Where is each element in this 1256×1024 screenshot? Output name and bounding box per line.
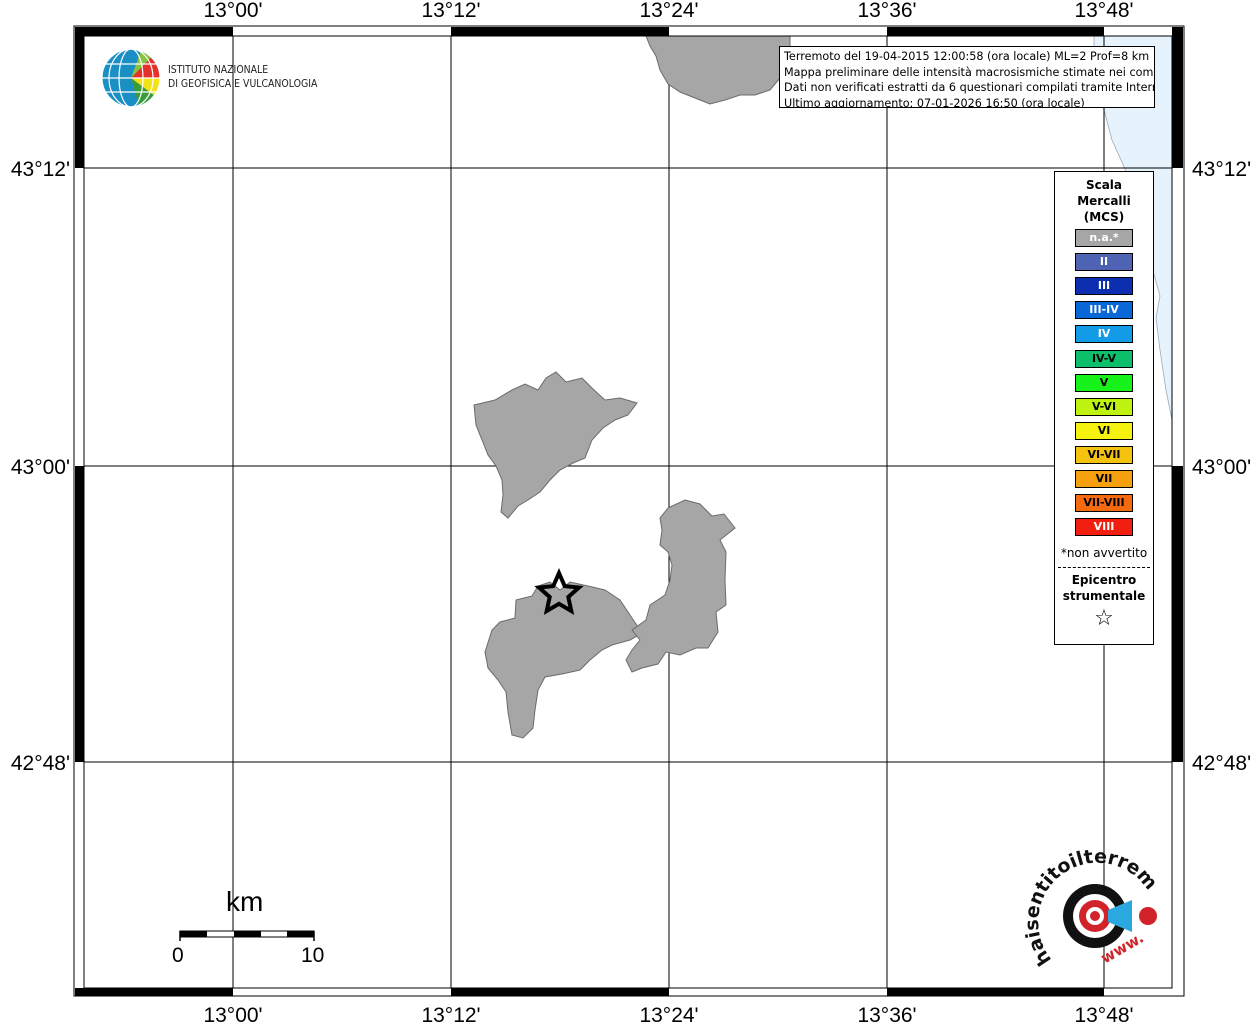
ingv-logo-text: ISTITUTO NAZIONALE DI GEOFISICA E VULCAN… — [168, 63, 317, 90]
lon-tick-top: 13°36' — [857, 0, 916, 22]
ingv-line1: ISTITUTO NAZIONALE — [168, 63, 269, 76]
lat-tick-right: 43°00' — [1192, 456, 1251, 479]
scale-bar — [179, 930, 315, 941]
lon-tick-bottom: 13°48' — [1074, 1004, 1133, 1024]
legend-swatch: V-VI — [1075, 397, 1133, 416]
legend-title-line2: Mercalli — [1077, 194, 1131, 208]
lat-tick-left: 43°00' — [11, 456, 70, 479]
lon-tick-top: 13°12' — [421, 0, 480, 22]
info-line2: Mappa preliminare delle intensità macros… — [784, 65, 1155, 79]
lon-tick-bottom: 13°24' — [639, 1004, 698, 1024]
grid — [84, 36, 1172, 988]
legend-title-line3: (MCS) — [1083, 210, 1125, 224]
legend-swatch: VII-VIII — [1075, 494, 1133, 513]
scale-max: 10 — [301, 944, 325, 967]
info-line3: Dati non verificati estratti da 6 questi… — [784, 81, 1155, 95]
legend-swatch: VI-VII — [1075, 445, 1133, 464]
legend-swatch: IV — [1075, 325, 1133, 344]
lon-tick-bottom: 13°12' — [421, 1004, 480, 1024]
legend-swatch: IV-V — [1075, 349, 1133, 368]
municipality-north[interactable] — [473, 371, 638, 519]
map-frame — [73, 25, 1185, 997]
legend-epicenter-line2: strumentale — [1062, 589, 1146, 603]
lat-tick-right: 42°48' — [1192, 752, 1251, 775]
legend-swatch: VI — [1075, 421, 1133, 440]
legend-divider — [1058, 567, 1150, 568]
legend-swatch: VII — [1075, 470, 1133, 488]
legend-epicenter: Epicentro strumentale ☆ — [1055, 572, 1153, 634]
scale-min: 0 — [172, 944, 184, 967]
ingv-line2: DI GEOFISICA E VULCANOLOGIA — [168, 76, 318, 90]
scale-unit: km — [226, 886, 264, 917]
lon-tick-top: 13°48' — [1074, 0, 1133, 22]
legend-swatch: n.a.* — [1075, 229, 1133, 247]
haisentito-text: haisentitoilterremoto.it — [0, 0, 1162, 970]
legend-swatch: V — [1075, 373, 1133, 392]
lon-tick-top: 13°00' — [203, 0, 262, 22]
info-line4: Ultimo aggiornamento: 07-01-2026 16:50 (… — [784, 96, 1085, 108]
lon-tick-bottom: 13°00' — [203, 1004, 262, 1024]
legend-title-line1: Scala — [1085, 178, 1123, 192]
municipality-southeast[interactable] — [625, 499, 736, 673]
legend-epicenter-line1: Epicentro — [1071, 573, 1137, 587]
legend-swatch: VIII — [1075, 518, 1133, 537]
legend-swatch: III — [1075, 277, 1133, 296]
lat-tick-left: 42°48' — [11, 752, 70, 775]
legend-swatch: II — [1075, 253, 1133, 272]
earthquake-info-box: Terremoto del 19-04-2015 12:00:58 (ora l… — [779, 46, 1155, 108]
lat-tick-left: 43°12' — [11, 158, 70, 181]
intensity-legend: Scala Mercalli (MCS) n.a.* II III III-IV IV I… — [1054, 171, 1154, 645]
svg-text:haisentitoilterremoto.it: haisentitoilterremoto.it — [0, 0, 1162, 970]
municipality-top[interactable] — [645, 35, 791, 105]
ingv-logo-icon — [101, 48, 161, 108]
legend-swatch: III-IV — [1075, 301, 1133, 320]
lon-tick-top: 13°24' — [639, 0, 698, 22]
info-line1: Terremoto del 19-04-2015 12:00:58 (ora l… — [784, 50, 1150, 63]
lon-tick-bottom: 13°36' — [857, 1004, 916, 1024]
legend-note: *non avvertito — [1060, 546, 1148, 560]
lat-tick-right: 43°12' — [1192, 158, 1251, 181]
haisentito-logo-icon: haisentitoilterremoto.it www. — [0, 0, 1162, 970]
legend-title: Scala Mercalli (MCS) — [1055, 177, 1153, 225]
legend-star-icon: ☆ — [1094, 606, 1114, 631]
